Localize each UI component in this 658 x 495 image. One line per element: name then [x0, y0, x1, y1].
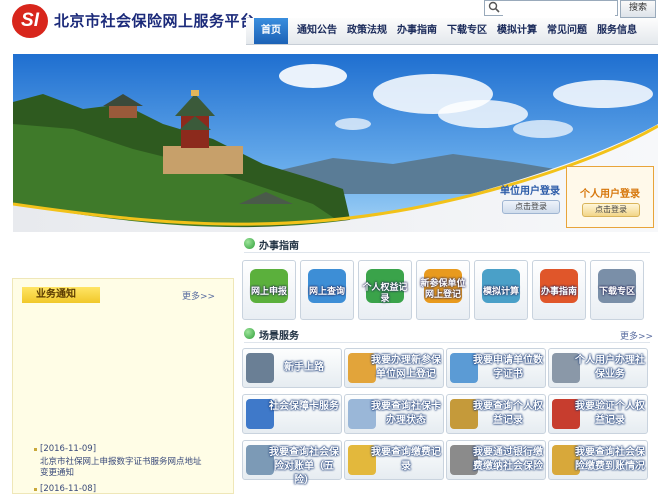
scene-card-label: 我要办理新参保单位网上登记 — [371, 355, 441, 380]
unit-login-button[interactable]: 点击登录 — [502, 200, 560, 214]
scene-card-label: 新手上路 — [284, 362, 324, 373]
scene-card-card-status[interactable]: 我要查询社保卡办理状态 — [344, 394, 444, 434]
guide-card-label: 下载专区 — [598, 287, 635, 297]
login-area: 单位用户登录 点击登录 个人用户登录 点击登录 — [476, 160, 658, 232]
scene-section-icon — [244, 328, 255, 339]
scene-card-payment-record[interactable]: 我要查询缴费记录 — [344, 440, 444, 480]
scene-card-bank-payment[interactable]: 我要通过银行缴费缴纳社会保险 — [446, 440, 546, 480]
notice-bullet-icon — [34, 488, 37, 491]
guide-card-label: 网上申报 — [250, 287, 287, 297]
nav-faq[interactable]: 常见问题 — [544, 18, 590, 44]
scene-card-label: 我要查询社会保险对账单（五险） — [269, 447, 339, 486]
notice-more-link[interactable]: 更多>> — [182, 289, 215, 302]
scene-card-query-rights[interactable]: 我要查询个人权益记录 — [446, 394, 546, 434]
unit-login-title: 单位用户登录 — [500, 186, 560, 197]
nav-simulator[interactable]: 模拟计算 — [494, 18, 540, 44]
unit-login-box[interactable]: 单位用户登录 点击登录 — [490, 168, 570, 226]
search-input[interactable] — [484, 0, 618, 19]
scene-card-verify-rights[interactable]: 我要验证个人权益记录 — [548, 394, 648, 434]
personal-login-box[interactable]: 个人用户登录 点击登录 — [566, 166, 654, 228]
guide-card-label: 办事指南 — [540, 287, 577, 297]
notice-tab[interactable]: 业务通知 — [22, 287, 100, 303]
guide-section-icon — [244, 238, 255, 249]
notice-date: [2016-11-08] — [40, 484, 97, 494]
guide-card-label: 个人权益记录 — [362, 283, 408, 304]
search-icon — [488, 1, 500, 13]
notice-link[interactable]: 北京市社保网上申报数字证书服务网点地址 — [40, 457, 202, 468]
guide-card-downloads[interactable]: 下载专区 — [590, 260, 644, 320]
guide-card-online-query[interactable]: 网上查询 — [300, 260, 354, 320]
personal-login-button[interactable]: 点击登录 — [582, 203, 640, 217]
scene-card-label: 我要验证个人权益记录 — [575, 401, 645, 426]
scene-card-label: 我要查询社保卡办理状态 — [371, 401, 441, 426]
nav-policies[interactable]: 政策法规 — [344, 18, 390, 44]
scene-card-newcomer[interactable]: 新手上路 — [242, 348, 342, 388]
nav-home[interactable]: 首页 — [254, 18, 288, 44]
scene-card-label: 我要查询社会保险缴费到账情况 — [575, 447, 645, 472]
scene-card-payment-arrival[interactable]: 我要查询社会保险缴费到账情况 — [548, 440, 648, 480]
site-title: 北京市社会保险网上服务平台 — [54, 12, 256, 30]
scene-more-link[interactable]: 更多>> — [620, 329, 653, 342]
personal-login-title: 个人用户登录 — [580, 189, 640, 200]
guide-card-new-unit-register[interactable]: 新参保单位网上登记 — [416, 260, 470, 320]
scene-card-label: 我要查询缴费记录 — [371, 447, 441, 472]
main-nav: 首页 通知公告 政策法规 办事指南 下载专区 模拟计算 常见问题 服务信息 — [246, 18, 658, 45]
nav-guide[interactable]: 办事指南 — [394, 18, 440, 44]
scene-card-label: 社会保障卡服务 — [269, 401, 339, 412]
guide-card-label: 新参保单位网上登记 — [420, 279, 466, 300]
guide-card-label: 网上查询 — [308, 287, 345, 297]
search-button[interactable]: 搜索 — [620, 0, 656, 18]
scene-card-label: 我要通过银行缴费缴纳社会保险 — [473, 447, 543, 472]
section-divider — [244, 342, 650, 343]
scene-card-label: 我要申请单位数字证书 — [473, 355, 543, 380]
notice-link-cont[interactable]: 变更通知 — [40, 468, 74, 479]
guide-section-title: 办事指南 — [259, 241, 299, 252]
site-logo[interactable]: SI — [12, 4, 48, 38]
scene-card-personal-user[interactable]: 个人用户办理社保业务 — [548, 348, 648, 388]
scene-section-title: 场景服务 — [259, 331, 299, 342]
nav-downloads[interactable]: 下载专区 — [444, 18, 490, 44]
guide-card-online-declare[interactable]: 网上申报 — [242, 260, 296, 320]
nav-notices[interactable]: 通知公告 — [294, 18, 340, 44]
scene-card-statement[interactable]: 我要查询社会保险对账单（五险） — [242, 440, 342, 486]
scene-card-label: 个人用户办理社保业务 — [575, 355, 645, 380]
scene-card-ss-card[interactable]: 社会保障卡服务 — [242, 394, 342, 434]
nav-service-info[interactable]: 服务信息 — [594, 18, 640, 44]
guide-card-label: 模拟计算 — [482, 287, 519, 297]
guide-card-guide[interactable]: 办事指南 — [532, 260, 586, 320]
guide-card-simulator[interactable]: 模拟计算 — [474, 260, 528, 320]
logo-text: SI — [21, 10, 39, 31]
section-divider — [244, 252, 650, 253]
scene-card-digital-cert[interactable]: 我要申请单位数字证书 — [446, 348, 546, 388]
notice-bullet-icon — [34, 448, 37, 451]
notice-date: [2016-11-09] — [40, 444, 97, 454]
scene-card-new-unit[interactable]: 我要办理新参保单位网上登记 — [344, 348, 444, 388]
scene-card-label: 我要查询个人权益记录 — [473, 401, 543, 426]
guide-card-personal-record[interactable]: 个人权益记录 — [358, 260, 412, 320]
